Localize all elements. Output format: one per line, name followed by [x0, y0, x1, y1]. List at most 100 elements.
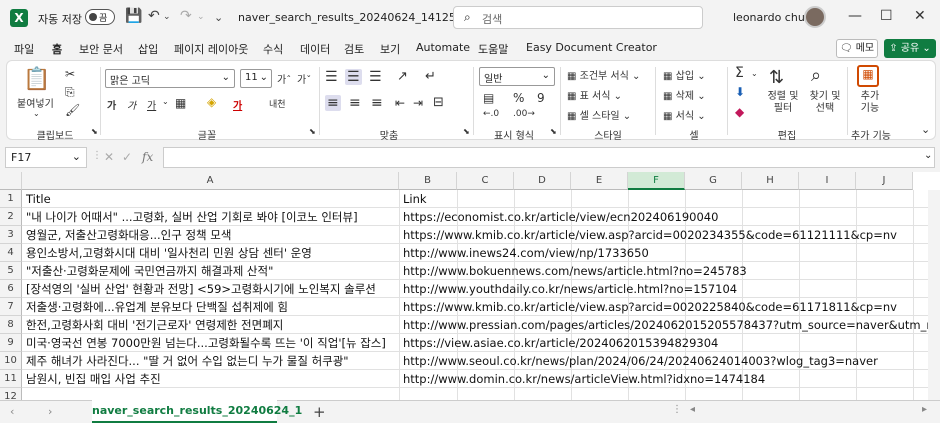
decrease-indent-icon[interactable]: ⇤ — [395, 96, 405, 110]
redo-icon[interactable]: ↷ — [180, 8, 192, 24]
expand-formula-bar-icon[interactable]: ⌄ — [924, 150, 932, 161]
tab-automate[interactable]: Automate — [416, 41, 470, 54]
cell-title[interactable]: "저출산·고령화문제에 국민연금까지 해결과제 산적" — [23, 262, 399, 280]
column-header-d[interactable]: D — [514, 172, 571, 190]
row-header[interactable]: 8 — [0, 316, 22, 334]
column-header-i[interactable]: I — [799, 172, 856, 190]
user-name[interactable]: leonardo chun — [733, 11, 812, 24]
align-center-icon[interactable]: ≡ — [349, 95, 361, 111]
font-launcher-icon[interactable]: ⬊ — [309, 127, 316, 136]
autosave-toggle[interactable]: 끔 — [85, 9, 115, 25]
clear-icon[interactable]: ◆ — [735, 105, 744, 119]
row-header[interactable]: 6 — [0, 280, 22, 298]
column-header-b[interactable]: B — [399, 172, 457, 190]
cut-icon[interactable]: ✂ — [65, 67, 75, 81]
cell-title[interactable]: 미국·영국선 연봉 7000만원 넘는다...고령화될수록 뜨는 '이 직업'[… — [23, 334, 399, 352]
autosum-dropdown-icon[interactable]: ⌄ — [751, 69, 758, 78]
cell-title[interactable]: 저출생·고령화에...유업계 분유보다 단백질 섭취제에 힘 — [23, 298, 399, 316]
select-all-corner[interactable] — [0, 172, 22, 190]
copy-icon[interactable]: ⎘ — [65, 85, 75, 100]
cell-title[interactable]: [장석영의 '실버 산업' 현황과 전망] <59>고령화시기에 노인복지 솔루… — [23, 280, 399, 298]
close-icon[interactable]: ✕ — [914, 8, 926, 24]
fill-color-icon[interactable]: ◈ — [207, 95, 216, 109]
column-header-a[interactable]: A — [22, 172, 399, 190]
fill-icon[interactable]: ⬇ — [735, 85, 745, 99]
previous-sheet-icon[interactable]: ‹ — [10, 405, 14, 418]
align-bottom-icon[interactable]: ☰ — [369, 69, 382, 85]
sheet-options-icon[interactable]: ⋮ — [672, 404, 682, 415]
row-header[interactable]: 7 — [0, 298, 22, 316]
cell-link[interactable]: https://economist.co.kr/article/view/ecn… — [400, 208, 928, 226]
cell-link[interactable]: http://www.domin.co.kr/news/articleView.… — [400, 370, 928, 388]
sort-filter-icon[interactable]: ⇅ — [769, 67, 784, 88]
phonetic-button[interactable]: 내천 — [269, 97, 286, 110]
format-painter-icon[interactable]: 🖌 — [65, 103, 80, 117]
formula-input[interactable] — [163, 147, 935, 168]
tab-security-document[interactable]: 보안 문서 — [79, 41, 123, 57]
tab-data[interactable]: 데이터 — [300, 41, 330, 57]
more-options-icon[interactable]: ⋮ — [92, 150, 102, 161]
cell-title[interactable]: "내 나이가 어때서" ...고령화, 실버 산업 기회로 봐야 [이코노 인터… — [23, 208, 399, 226]
find-select-button[interactable]: 찾기 및 선택 — [805, 91, 845, 115]
align-right-icon[interactable]: ≡ — [371, 95, 383, 111]
cell-link[interactable]: http://www.seoul.co.kr/news/plan/2024/06… — [400, 352, 928, 370]
align-left-icon[interactable]: ≡ — [325, 95, 341, 111]
cell-title[interactable]: 한전,고령화사회 대비 '전기근로자' 연령제한 전면폐지 — [23, 316, 399, 334]
cell-link[interactable]: https://www.kmib.co.kr/article/view.asp?… — [400, 226, 928, 244]
row-header[interactable]: 9 — [0, 334, 22, 352]
maximize-icon[interactable]: ☐ — [880, 8, 893, 24]
undo-icon[interactable]: ↶ — [148, 8, 160, 24]
cell-link[interactable]: http://www.youthdaily.co.kr/news/article… — [400, 280, 928, 298]
column-header-g[interactable]: G — [685, 172, 742, 190]
file-name[interactable]: naver_search_results_20240624_14125... ⌄ — [238, 11, 479, 24]
share-button[interactable]: ⇪ 공유 ⌄ — [884, 39, 936, 58]
minimize-icon[interactable]: — — [848, 8, 862, 24]
alignment-launcher-icon[interactable]: ⬊ — [463, 127, 470, 136]
tab-file[interactable]: 파일 — [14, 41, 34, 57]
paste-button[interactable]: 붙여넣기 — [17, 95, 54, 110]
tab-view[interactable]: 보기 — [380, 41, 400, 57]
column-header-f[interactable]: F — [628, 172, 685, 190]
comments-button[interactable]: 🗨 메모 — [836, 39, 878, 58]
cell-title[interactable]: 제주 해녀가 사라진다... "딸 거 없어 수입 없는디 누가 물질 허쿠광" — [23, 352, 399, 370]
clipboard-launcher-icon[interactable]: ⬊ — [91, 127, 98, 136]
column-header-h[interactable]: H — [742, 172, 799, 190]
tab-review[interactable]: 검토 — [344, 41, 364, 57]
borders-icon[interactable]: ▦ — [175, 96, 186, 110]
format-as-table-button[interactable]: ▦ 표 서식 ⌄ — [567, 87, 622, 102]
tab-formulas[interactable]: 수식 — [263, 41, 283, 57]
column-header-j[interactable]: J — [856, 172, 913, 190]
name-box[interactable]: F17 ⌄ — [5, 147, 87, 168]
collapse-ribbon-icon[interactable]: ⌄ — [921, 123, 930, 136]
cell-link[interactable]: http://www.inews24.com/view/np/1733650 — [400, 244, 928, 262]
row-header[interactable]: 1 — [0, 190, 22, 208]
font-name-select[interactable]: 맑은 고딕 ⌄ — [105, 69, 235, 88]
add-ins-icon[interactable]: ▦ — [857, 65, 879, 87]
wrap-text-icon[interactable]: ↵ — [425, 69, 436, 84]
customize-toolbar-icon[interactable]: ⌄ — [214, 11, 223, 24]
search-box[interactable]: ⌕ 검색 — [453, 6, 703, 29]
column-header-e[interactable]: E — [571, 172, 628, 190]
horizontal-scrollbar[interactable] — [702, 404, 918, 416]
column-header-c[interactable]: C — [457, 172, 514, 190]
increase-indent-icon[interactable]: ⇥ — [413, 96, 423, 110]
percent-button[interactable]: % — [513, 91, 524, 105]
accounting-format-icon[interactable]: ▤ — [483, 91, 494, 105]
next-sheet-icon[interactable]: › — [48, 405, 52, 418]
comma-button[interactable]: 9 — [537, 91, 545, 105]
cell-title[interactable]: 용인소방서,고령화시대 대비 '일사천리 민원 상담 센터' 운영 — [23, 244, 399, 262]
align-middle-icon[interactable]: ☰ — [345, 69, 362, 85]
tab-insert[interactable]: 삽입 — [138, 41, 158, 57]
tab-easy-document-creator[interactable]: Easy Document Creator — [526, 41, 657, 54]
find-select-icon[interactable]: ⌕ — [811, 65, 821, 86]
sort-filter-button[interactable]: 정렬 및 필터 — [763, 91, 803, 115]
row-header[interactable]: 5 — [0, 262, 22, 280]
scroll-left-icon[interactable]: ◂ — [690, 404, 695, 415]
cell-link[interactable]: https://view.asiae.co.kr/article/2024062… — [400, 334, 928, 352]
tab-help[interactable]: 도움말 — [478, 41, 508, 57]
align-top-icon[interactable]: ☰ — [325, 69, 338, 85]
tab-page-layout[interactable]: 페이지 레이아웃 — [174, 41, 248, 57]
increase-font-button[interactable]: 가ˆ — [277, 71, 291, 86]
orientation-icon[interactable]: ↗ — [397, 69, 408, 84]
cell-title[interactable]: 영월군, 저출산고령화대응...인구 정책 모색 — [23, 226, 399, 244]
